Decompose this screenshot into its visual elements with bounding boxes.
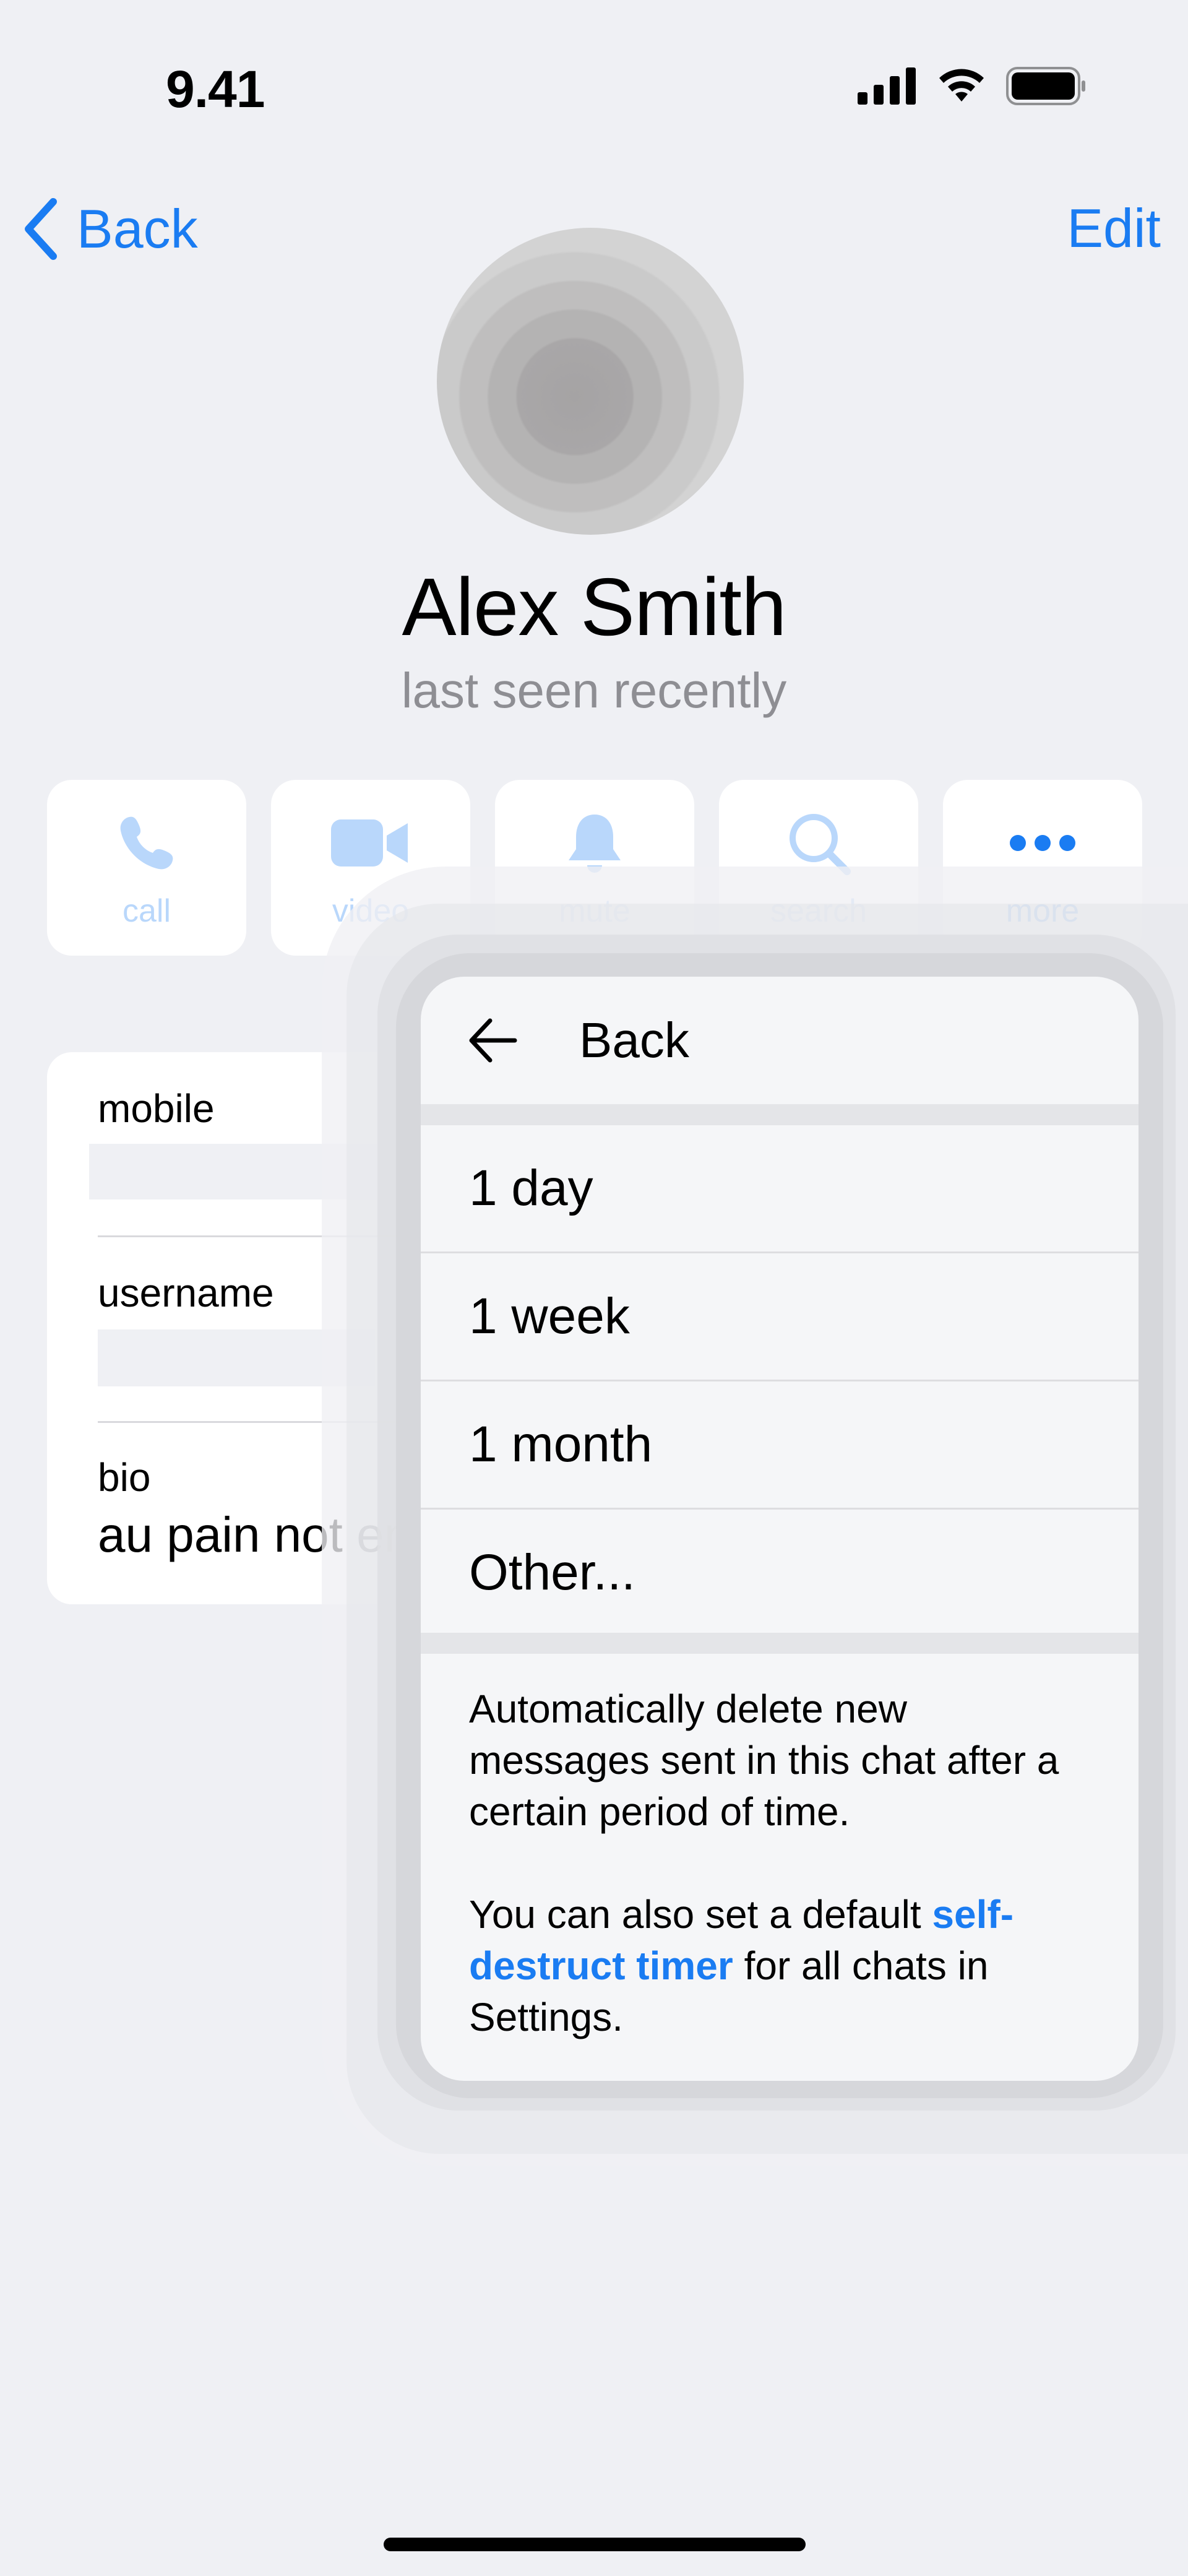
cellular-signal-icon xyxy=(858,67,916,105)
username-field[interactable]: username xyxy=(98,1270,274,1316)
chevron-left-icon xyxy=(25,198,57,260)
edit-button[interactable]: Edit xyxy=(1067,197,1161,260)
menu-note: You can also set a default self-destruct… xyxy=(469,1889,1095,2043)
wifi-icon xyxy=(939,69,984,102)
option-1-month[interactable]: 1 month xyxy=(421,1381,1138,1508)
status-time: 9.41 xyxy=(166,60,265,118)
status-icons xyxy=(858,67,1087,105)
bell-icon xyxy=(569,815,621,873)
option-other[interactable]: Other... xyxy=(421,1510,1138,1636)
call-label: call xyxy=(122,893,171,929)
menu-back-label: Back xyxy=(579,1013,689,1068)
arrow-left-icon xyxy=(469,1018,517,1063)
back-label: Back xyxy=(77,198,198,259)
note-prefix: You can also set a default xyxy=(469,1892,932,1937)
menu-description: Automatically delete new messages sent i… xyxy=(469,1687,1059,1834)
home-indicator[interactable] xyxy=(384,2538,806,2551)
option-1-week[interactable]: 1 week xyxy=(421,1253,1138,1380)
ellipsis-icon xyxy=(1010,835,1075,851)
profile-status: last seen recently xyxy=(401,663,787,718)
battery-icon xyxy=(1006,67,1085,105)
back-button[interactable]: Back xyxy=(22,197,198,261)
profile-screen: 9.41 Back Edit Alex Smith last seen rece… xyxy=(0,0,1188,2576)
section-gap xyxy=(421,1104,1138,1125)
menu-back-button[interactable]: Back xyxy=(421,977,1138,1104)
auto-delete-menu: Back 1 day 1 week 1 month Other... Autom… xyxy=(421,977,1138,2081)
mobile-label: mobile xyxy=(98,1086,215,1131)
search-icon xyxy=(790,814,851,875)
video-camera-icon xyxy=(331,819,408,867)
section-gap xyxy=(421,1633,1138,1654)
username-label: username xyxy=(98,1271,274,1315)
phone-icon xyxy=(120,816,173,870)
avatar[interactable] xyxy=(437,228,744,535)
option-1-day[interactable]: 1 day xyxy=(421,1125,1138,1251)
call-button[interactable]: call xyxy=(47,780,246,956)
mobile-field[interactable]: mobile xyxy=(98,1086,215,1131)
profile-name: Alex Smith xyxy=(402,561,787,652)
